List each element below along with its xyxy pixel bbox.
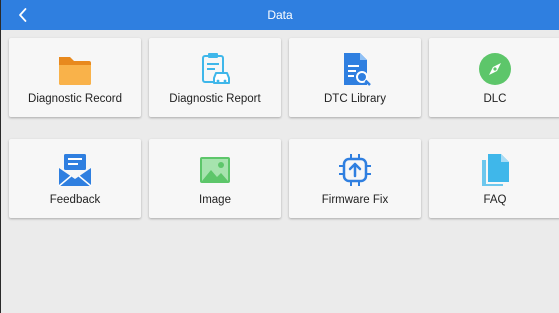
tile-diagnostic-report[interactable]: Diagnostic Report <box>149 38 281 117</box>
tile-feedback[interactable]: Feedback <box>9 139 141 218</box>
tile-label: DTC Library <box>324 93 386 105</box>
tile-label: Feedback <box>49 194 101 206</box>
tile-diagnostic-record[interactable]: Diagnostic Record <box>9 38 141 117</box>
document-search-icon <box>337 51 373 87</box>
chevron-left-icon <box>19 8 27 22</box>
clipboard-car-icon <box>197 51 233 87</box>
tile-label: Diagnostic Record <box>28 93 122 105</box>
folder-icon <box>57 51 93 87</box>
back-button[interactable] <box>11 0 35 30</box>
tile-label: Firmware Fix <box>321 194 389 206</box>
left-frame-edge <box>0 0 1 313</box>
tile-dtc-library[interactable]: DTC Library <box>289 38 421 117</box>
tile-firmware-fix[interactable]: Firmware Fix <box>289 139 421 218</box>
documents-icon <box>477 152 513 188</box>
page-title: Data <box>267 8 293 22</box>
compass-icon <box>477 51 513 87</box>
tile-label: FAQ <box>483 194 507 206</box>
tile-faq[interactable]: FAQ <box>429 139 559 218</box>
image-icon <box>197 152 233 188</box>
envelope-icon <box>57 152 93 188</box>
tile-dlc[interactable]: DLC <box>429 38 559 117</box>
tile-label: DLC <box>483 93 507 105</box>
chip-upload-icon <box>337 152 373 188</box>
tile-label: Image <box>199 194 231 206</box>
top-bar: Data <box>1 0 559 30</box>
tile-image[interactable]: Image <box>149 139 281 218</box>
tile-label: Diagnostic Report <box>169 93 261 105</box>
